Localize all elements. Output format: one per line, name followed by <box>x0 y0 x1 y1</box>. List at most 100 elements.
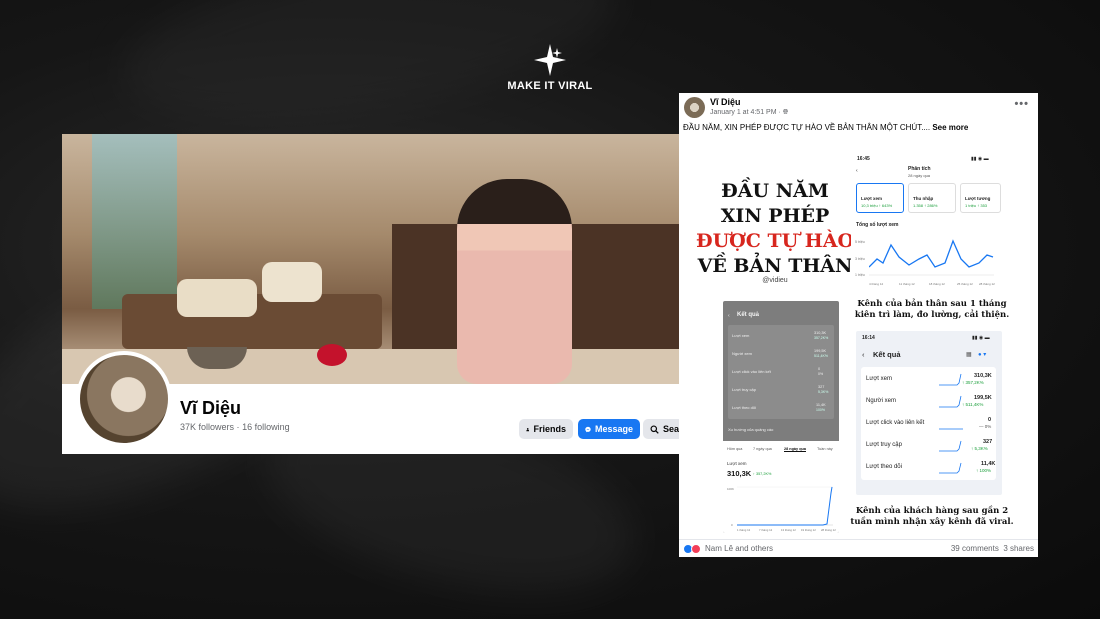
status-icons: ▮▮ ◉ ▬ <box>971 156 989 162</box>
caption-line: Kênh của bản thân sau 1 tháng <box>857 299 1007 309</box>
row-label: Người xem <box>732 351 752 356</box>
caption-line: kiên trì làm, đo lường, cải thiện. <box>854 310 1010 320</box>
row-delta: 511,4K% <box>814 354 828 358</box>
row-label: Lượt xem <box>866 376 892 382</box>
tab-label: Lượt xem <box>861 196 882 201</box>
engagement-stats: 39 comments 3 shares <box>951 544 1034 553</box>
search-button[interactable]: Sear <box>643 419 680 439</box>
reactions[interactable] <box>683 544 701 554</box>
row-label: Lượt truy cập <box>866 442 902 448</box>
x-tick: 18 tháng 12 <box>929 282 945 286</box>
message-button[interactable]: Message <box>578 419 640 439</box>
love-icon <box>691 544 701 554</box>
tab-label: Thu nhập <box>913 196 934 201</box>
profile-name[interactable]: Vĩ Diệu <box>180 398 241 419</box>
filter-chip: 7 ngày qua <box>753 447 772 451</box>
shares-count[interactable]: 3 shares <box>1003 544 1034 553</box>
metric-value: 310,3K <box>727 469 752 478</box>
tab-value: 1 triệu ↑ 353 <box>965 203 988 208</box>
filter-chip-active: 28 ngày qua <box>784 447 806 452</box>
message-label: Message <box>594 424 633 434</box>
sparklines <box>939 373 963 474</box>
row-value: 327 <box>983 439 993 445</box>
search-icon <box>650 424 659 434</box>
back-icon: ‹ <box>856 168 858 174</box>
row-label: Lượt click vào liên kết <box>866 420 925 426</box>
stats-separator: · <box>236 422 240 432</box>
x-tick: 19 tháng 12 <box>801 528 816 532</box>
row-delta: ↑ 5,3K% <box>971 446 988 451</box>
post-timestamp[interactable]: January 1 at 4:51 PM · 🌐︎ <box>710 109 788 117</box>
tab-value: 1.358 ↑ 286% <box>913 203 938 208</box>
facebook-account-icon: ● ▾ <box>978 352 987 358</box>
y-tick: 100K <box>727 487 735 491</box>
facebook-post: Vĩ Diệu January 1 at 4:51 PM · 🌐︎ ••• ĐẦ… <box>679 93 1038 557</box>
headline-line: ĐẦU NĂM <box>721 180 829 202</box>
x-tick: 28 tháng 12 <box>821 528 836 532</box>
more-options-icon[interactable]: ••• <box>1014 98 1029 110</box>
metric-label: Lượt xem <box>727 461 747 466</box>
headline-line: XIN PHÉP <box>720 205 830 227</box>
cover-photo[interactable] <box>62 134 680 384</box>
row-delta: 357,2K% <box>814 336 829 340</box>
filter-chip: Tuần này <box>817 447 833 451</box>
comments-count[interactable]: 39 comments <box>951 544 999 553</box>
row-label: Lượt theo dõi <box>732 405 756 410</box>
x-tick: 11 tháng 12 <box>899 282 915 286</box>
reaction-names[interactable]: Nam Lê and others <box>705 544 773 553</box>
post-image[interactable]: ĐẦU NĂM XIN PHÉP ĐƯỢC TỰ HÀO VỀ BẢN THÂN… <box>679 138 1038 536</box>
image-headline: ĐẦU NĂM XIN PHÉP ĐƯỢC TỰ HÀO VỀ BẢN THÂN <box>695 179 855 279</box>
back-icon: ‹ <box>862 350 865 359</box>
x-tick: 4 tháng 12 <box>869 282 884 286</box>
see-more-link[interactable]: See more <box>932 123 968 132</box>
row-value: 11,4K <box>816 403 826 407</box>
tab-value: 10,3 triệu ↑ 643% <box>861 203 893 208</box>
row-delta: 5,3K% <box>818 390 829 394</box>
y-tick: 1 triệu <box>855 273 865 277</box>
profile-avatar[interactable] <box>76 351 172 447</box>
image-handle: @vidieu <box>762 277 788 284</box>
person-icon <box>526 427 530 431</box>
views-line-chart <box>869 239 994 276</box>
analytics-title: Phân tích <box>908 166 931 172</box>
status-clock: 16:14 <box>862 335 875 341</box>
headline-line-red: ĐƯỢC TỰ HÀO <box>695 230 855 252</box>
post-caption: ĐẦU NĂM, XIN PHÉP ĐƯỢC TỰ HÀO VỀ BẢN THÂ… <box>683 123 968 132</box>
trend-line-chart <box>737 486 833 526</box>
analytics-screenshot-left: ‹ Kết quả Lượt xem 310,3K 357,2K% Người … <box>723 301 839 533</box>
y-tick: 5 triệu <box>855 240 865 244</box>
grid-icon: ▦ <box>966 352 972 358</box>
tab-interactions: Lượt tương 1 triệu ↑ 353 <box>960 183 1001 213</box>
caption-line: Kênh của khách hàng sau gần 2 <box>855 506 1009 516</box>
results-list: Lượt xem 310,3K 357,2K% Người xem 199,5K… <box>728 325 834 419</box>
followers-count[interactable]: 37K followers <box>180 422 234 432</box>
post-footer: Nam Lê and others 39 comments 3 shares <box>679 539 1038 557</box>
results-card: Lượt xem 310,3K ↑ 357,2K% Người xem 199,… <box>861 367 996 480</box>
make-it-viral-logo: MAKE IT VIRAL <box>500 42 600 92</box>
x-tick: 28 tháng 12 <box>979 282 995 286</box>
trend-panel: Hôm qua 7 ngày qua 28 ngày qua Tuần này … <box>723 441 839 533</box>
row-value: 310,3K <box>974 373 992 379</box>
tab-income: Thu nhập 1.358 ↑ 286% <box>908 183 956 213</box>
analytics-screenshot-top: 16:45 ▮▮ ◉ ▬ ‹ Phân tích 28 ngày qua Lượ… <box>851 153 1001 291</box>
following-count[interactable]: 16 following <box>242 422 290 432</box>
row-value: 0 <box>988 417 992 423</box>
friends-button[interactable]: Friends <box>519 419 573 439</box>
profile-stats: 37K followers · 16 following <box>180 422 290 432</box>
row-delta: — 0% <box>979 424 992 429</box>
headline-line: VỀ BẢN THÂN <box>697 255 853 277</box>
post-author-name[interactable]: Vĩ Diệu <box>710 97 741 107</box>
row-delta: 0% <box>818 372 824 376</box>
row-value: 199,5K <box>974 395 992 401</box>
status-clock: 16:45 <box>857 156 870 162</box>
results-title: Kết quả <box>873 350 901 359</box>
analytics-subtitle: 28 ngày qua <box>908 173 931 178</box>
row-delta: 100% <box>816 408 825 412</box>
row-label: Người xem <box>866 398 896 404</box>
x-tick: 1 tháng 12 <box>737 528 751 532</box>
filter-chip: Hôm qua <box>727 447 743 451</box>
post-author-avatar[interactable] <box>684 97 705 118</box>
metric-delta: ↑ 357,2K% <box>753 472 772 476</box>
caption-text: ĐẦU NĂM, XIN PHÉP ĐƯỢC TỰ HÀO VỀ BẢN THÂ… <box>683 123 931 132</box>
tab-label: Lượt tương <box>965 196 991 201</box>
